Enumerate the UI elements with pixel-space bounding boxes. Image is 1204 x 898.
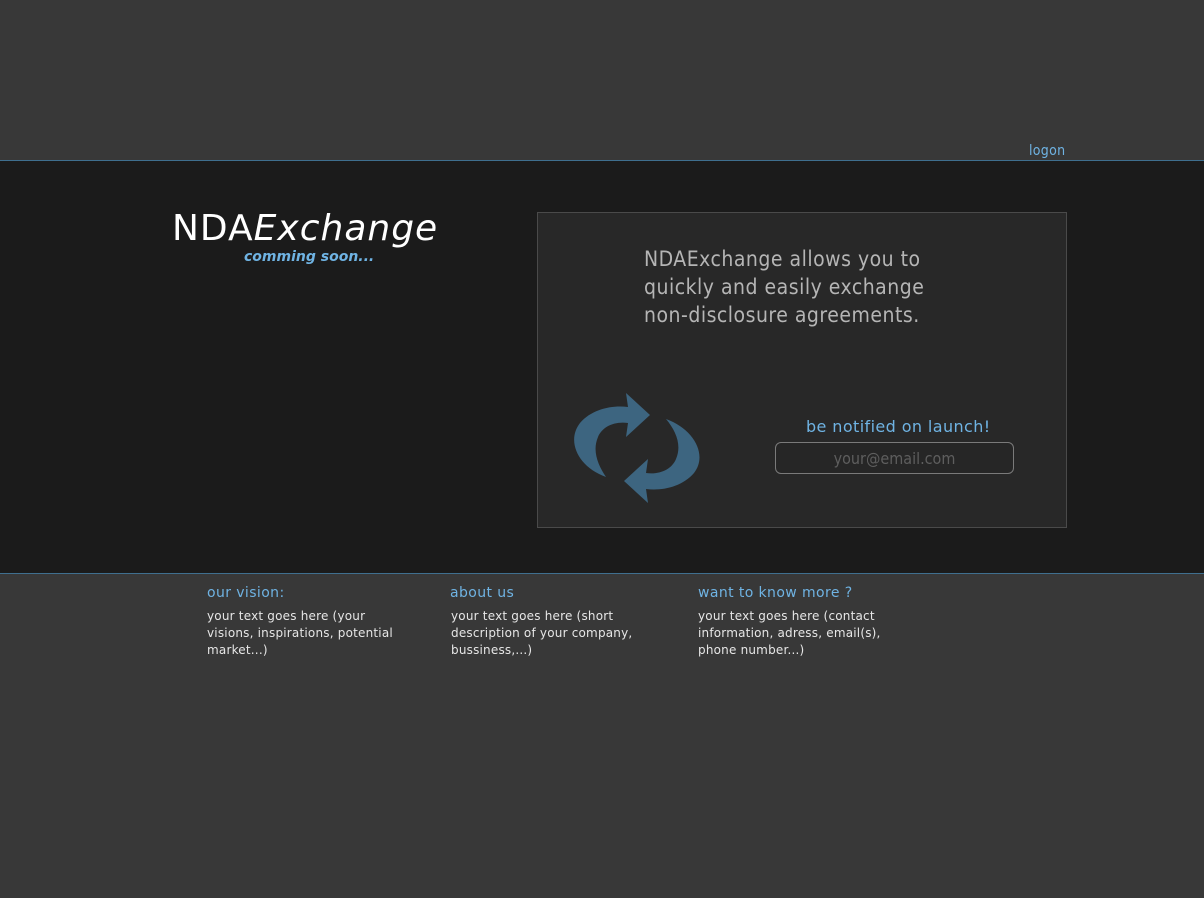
footer-more: want to know more ? your text goes here …: [698, 584, 898, 659]
about-text: your text goes here (short description o…: [451, 609, 633, 657]
signup-panel: NDAExchange allows you to quickly and ea…: [537, 212, 1067, 528]
about-title: about us: [450, 585, 515, 601]
footer-vision: our vision: your text goes here (your vi…: [207, 584, 407, 659]
logo-suffix: Exchange: [253, 208, 439, 249]
vision-text: your text goes here (your visions, inspi…: [207, 609, 393, 657]
vision-title: our vision:: [207, 585, 285, 601]
footer-about: about us your text goes here (short desc…: [450, 584, 655, 659]
sync-arrows-icon: [574, 393, 700, 503]
email-field[interactable]: [775, 442, 1014, 474]
top-bar: logon: [0, 0, 1204, 160]
more-title: want to know more ?: [698, 585, 853, 601]
notify-label: be notified on launch!: [806, 417, 991, 436]
panel-headline: NDAExchange allows you to quickly and ea…: [644, 247, 925, 327]
logo-tagline: comming soon...: [244, 249, 375, 265]
logon-link[interactable]: logon: [1029, 143, 1065, 159]
logo-wordmark: NDAExchange: [172, 208, 438, 249]
logo: NDAExchange comming soon...: [172, 208, 442, 272]
more-text: your text goes here (contact information…: [698, 609, 881, 657]
logo-prefix: NDA: [172, 208, 254, 249]
